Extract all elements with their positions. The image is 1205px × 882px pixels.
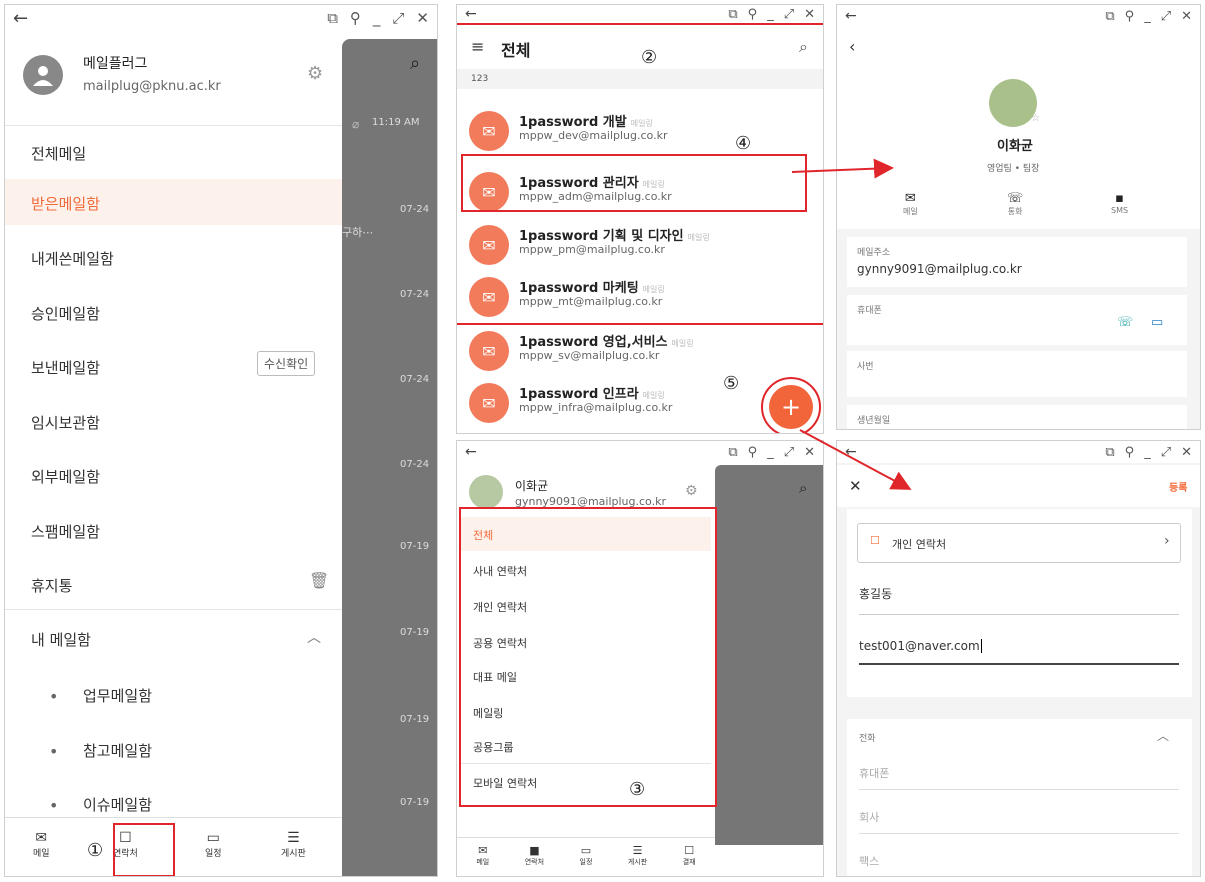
arrow-to-detail (791, 158, 894, 179)
flow-arrows (791, 158, 912, 490)
arrow-to-add-form (799, 429, 912, 490)
